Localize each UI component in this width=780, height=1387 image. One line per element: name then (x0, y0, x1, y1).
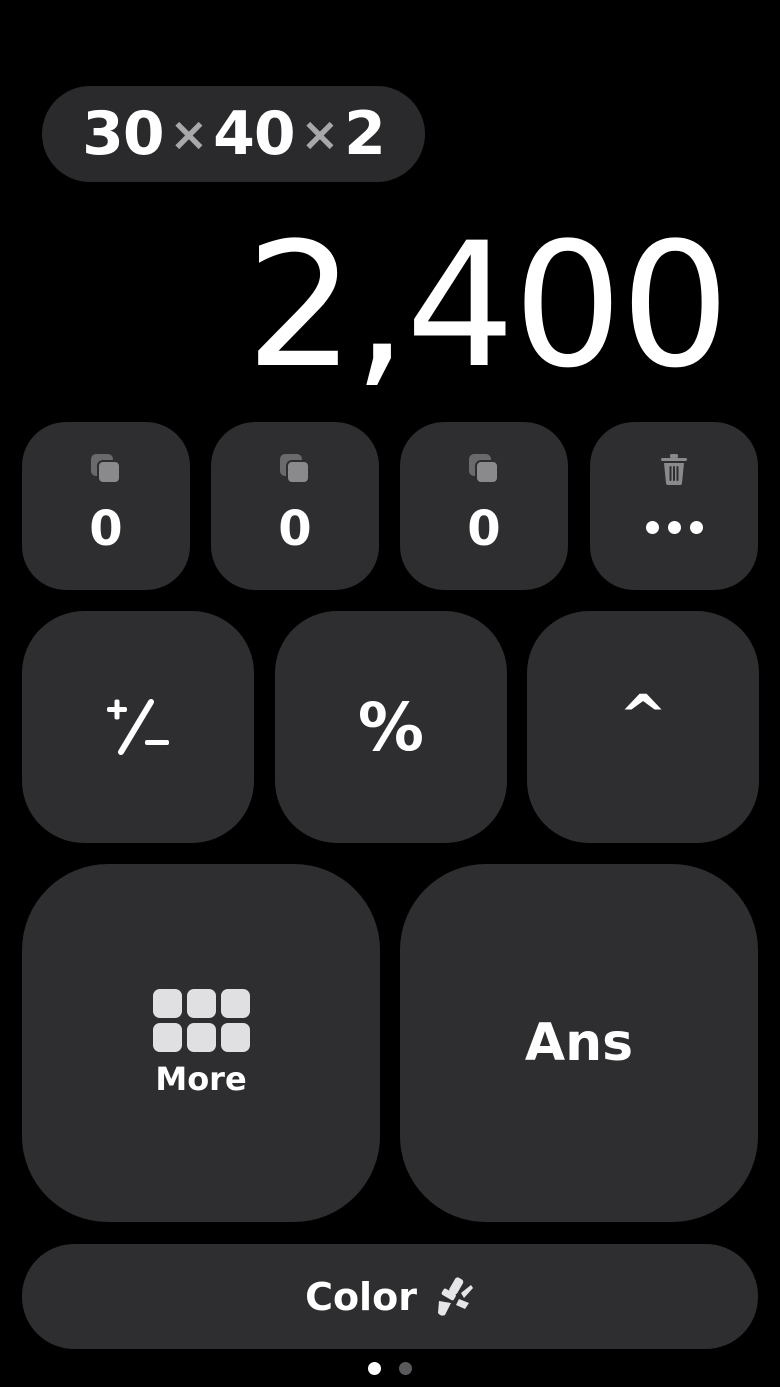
expression-pill[interactable]: 30 × 40 × 2 (42, 86, 425, 182)
paintbrush-icon (437, 1276, 473, 1316)
expression-operand-1: 30 (82, 99, 164, 169)
memory-slot-1[interactable]: 0 (22, 422, 190, 590)
page-dot-inactive[interactable] (399, 1362, 412, 1375)
ans-button[interactable]: Ans (400, 864, 758, 1222)
trash-icon (661, 454, 687, 485)
expression-operand-2: 40 (213, 99, 295, 169)
percent-label: % (357, 688, 425, 766)
power-label: ^ (618, 682, 668, 750)
more-label: More (155, 1059, 247, 1098)
copy-icon (91, 454, 121, 484)
memory-slot-value: 0 (467, 501, 501, 557)
memory-slot-2[interactable]: 0 (211, 422, 379, 590)
memory-slot-value: 0 (89, 501, 123, 557)
power-button[interactable]: ^ (527, 611, 759, 843)
page-indicator[interactable] (0, 1362, 780, 1375)
copy-icon (469, 454, 499, 484)
page-dot-active[interactable] (368, 1362, 381, 1375)
memory-slot-3[interactable]: 0 (400, 422, 568, 590)
memory-more-button[interactable] (590, 422, 758, 590)
percent-button[interactable]: % (275, 611, 507, 843)
expression-operand-3: 2 (344, 99, 386, 169)
copy-icon (280, 454, 310, 484)
multiply-operator: × (300, 107, 340, 161)
multiply-operator: × (169, 107, 209, 161)
ans-label: Ans (524, 1013, 634, 1073)
result-display: 2,400 (245, 205, 730, 406)
memory-slot-value: 0 (278, 501, 312, 557)
plus-minus-icon (107, 699, 169, 755)
grid-icon (152, 988, 250, 1052)
plus-minus-button[interactable]: +/− (22, 611, 254, 843)
color-label: Color (305, 1274, 417, 1319)
color-button[interactable]: Color (22, 1244, 758, 1349)
more-options-icon (645, 520, 703, 534)
more-button[interactable]: More (22, 864, 380, 1222)
